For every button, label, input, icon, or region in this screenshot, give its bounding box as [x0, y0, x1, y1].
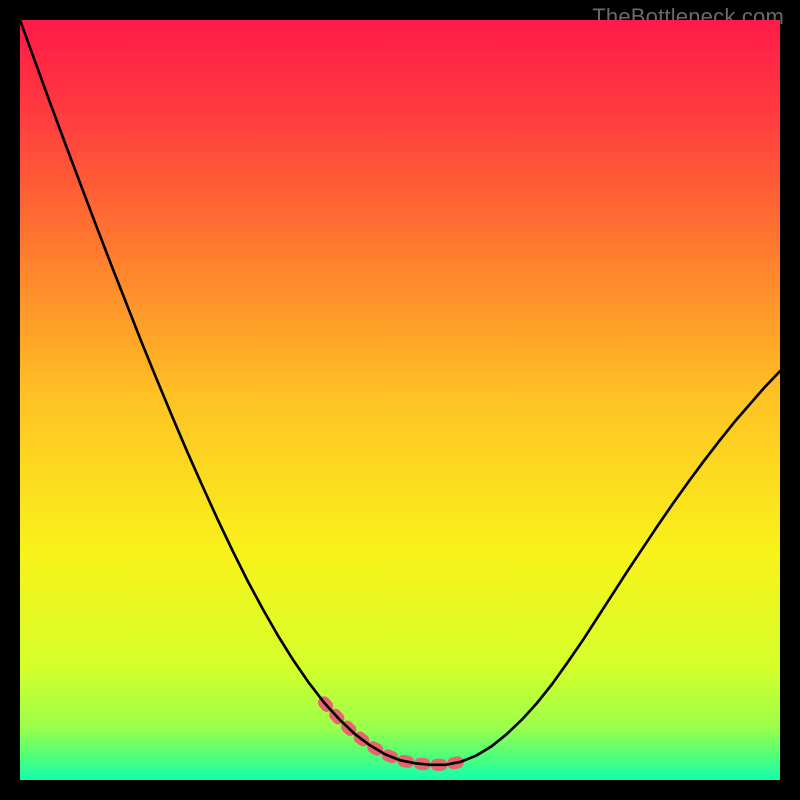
chart-frame: TheBottleneck.com	[0, 0, 800, 800]
gradient-background	[20, 20, 780, 780]
chart-plot-area	[20, 20, 780, 780]
chart-svg	[20, 20, 780, 780]
